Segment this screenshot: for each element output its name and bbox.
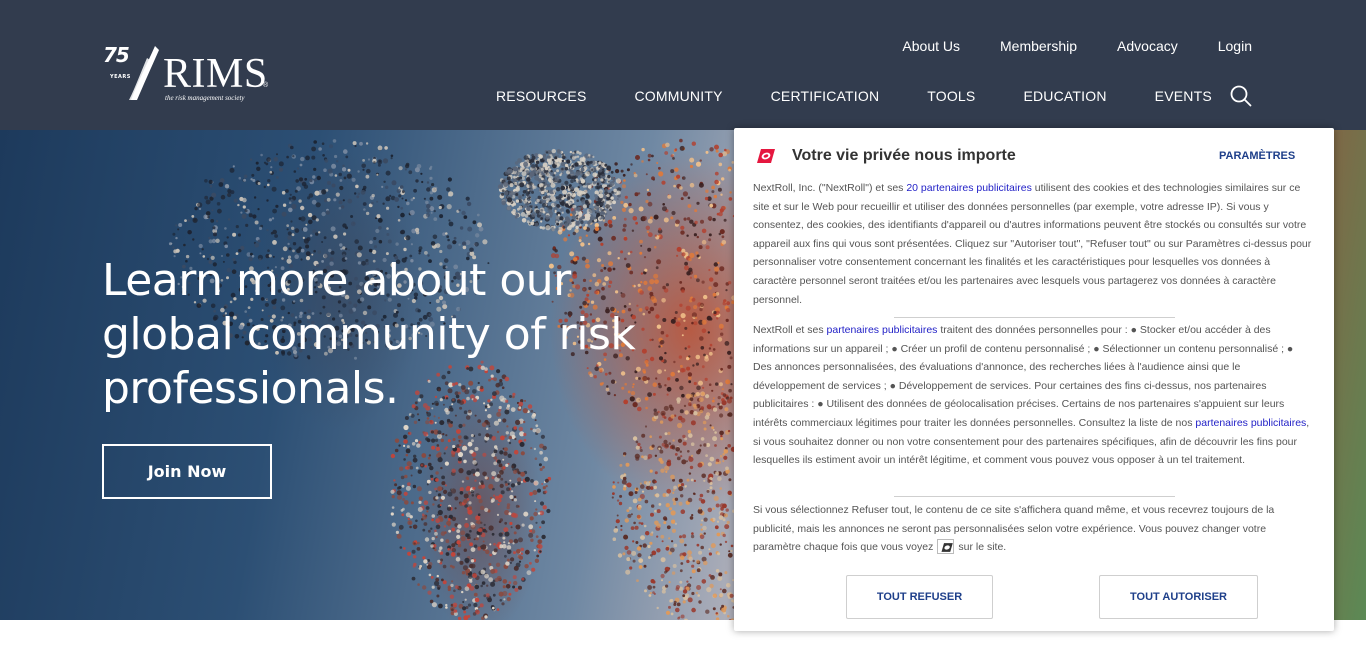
consent-settings-link[interactable]: PARAMÈTRES: [1219, 150, 1295, 162]
util-nav-about-us[interactable]: About Us: [902, 38, 960, 54]
main-nav-community[interactable]: COMMUNITY: [634, 88, 722, 104]
logo-wordmark: RIMS: [163, 51, 268, 97]
join-now-button[interactable]: Join Now: [102, 444, 272, 499]
consent-divider: [894, 317, 1175, 318]
consent-title: Votre vie privée nous importe: [792, 147, 1016, 164]
consent-p3-text-a: Si vous sélectionnez Refuser tout, le co…: [753, 504, 1275, 554]
accept-all-button[interactable]: TOUT AUTORISER: [1099, 575, 1258, 619]
consent-paragraph-refuse-info: Si vous sélectionnez Refuser tout, le co…: [753, 501, 1313, 557]
page: 75 YEARS RIMS ® the risk management soci…: [0, 0, 1366, 651]
util-nav-membership[interactable]: Membership: [1000, 38, 1077, 54]
consent-ad-partners-list-link[interactable]: partenaires publicitaires: [1195, 417, 1306, 429]
consent-ad-partners-link[interactable]: partenaires publicitaires: [827, 324, 938, 336]
consent-p2-text-a: NextRoll et ses: [753, 324, 827, 336]
consent-p1-text-b: utilisent des cookies et des technologie…: [753, 182, 1312, 306]
logo-registered: ®: [263, 82, 269, 89]
main-nav-events[interactable]: EVENTS: [1155, 88, 1212, 104]
consent-paragraph-purposes: NextRoll et ses partenaires publicitaire…: [753, 321, 1313, 470]
logo-years-number: 75: [103, 43, 130, 67]
nextroll-settings-icon: [937, 538, 955, 554]
main-nav-tools[interactable]: TOOLS: [927, 88, 975, 104]
main-nav-certification[interactable]: CERTIFICATION: [771, 88, 880, 104]
consent-p2-text-b: traitent des données personnelles pour :…: [753, 324, 1294, 429]
util-nav-login[interactable]: Login: [1218, 38, 1252, 54]
logo-tagline: the risk management society: [165, 94, 245, 102]
search-icon: [1230, 85, 1252, 107]
consent-paragraph-intro: NextRoll, Inc. ("NextRoll") et ses 20 pa…: [753, 179, 1313, 309]
consent-partners-link[interactable]: 20 partenaires publicitaires: [906, 182, 1032, 194]
search-button[interactable]: [1229, 84, 1253, 108]
nextroll-logo-icon: [757, 149, 775, 163]
refuse-all-button[interactable]: TOUT REFUSER: [846, 575, 993, 619]
privacy-consent-dialog: Votre vie privée nous importe PARAMÈTRES…: [734, 128, 1334, 631]
hero-title: Learn more about our global community of…: [102, 255, 636, 414]
util-nav-advocacy[interactable]: Advocacy: [1117, 38, 1178, 54]
main-nav-resources[interactable]: RESOURCES: [496, 88, 586, 104]
consent-p3-text-b: sur le site.: [958, 541, 1007, 554]
rims-logo[interactable]: 75 YEARS RIMS ® the risk management soci…: [103, 44, 273, 106]
main-nav-education[interactable]: EDUCATION: [1023, 88, 1106, 104]
main-nav: RESOURCES COMMUNITY CERTIFICATION TOOLS …: [496, 88, 1212, 104]
site-header: 75 YEARS RIMS ® the risk management soci…: [0, 0, 1366, 130]
utility-nav: About Us Membership Advocacy Login: [902, 38, 1252, 54]
consent-p1-text-a: NextRoll, Inc. ("NextRoll") et ses: [753, 182, 907, 194]
logo-swoosh-icon: [129, 46, 159, 100]
logo-years-label: YEARS: [110, 74, 131, 80]
consent-divider: [894, 496, 1175, 497]
